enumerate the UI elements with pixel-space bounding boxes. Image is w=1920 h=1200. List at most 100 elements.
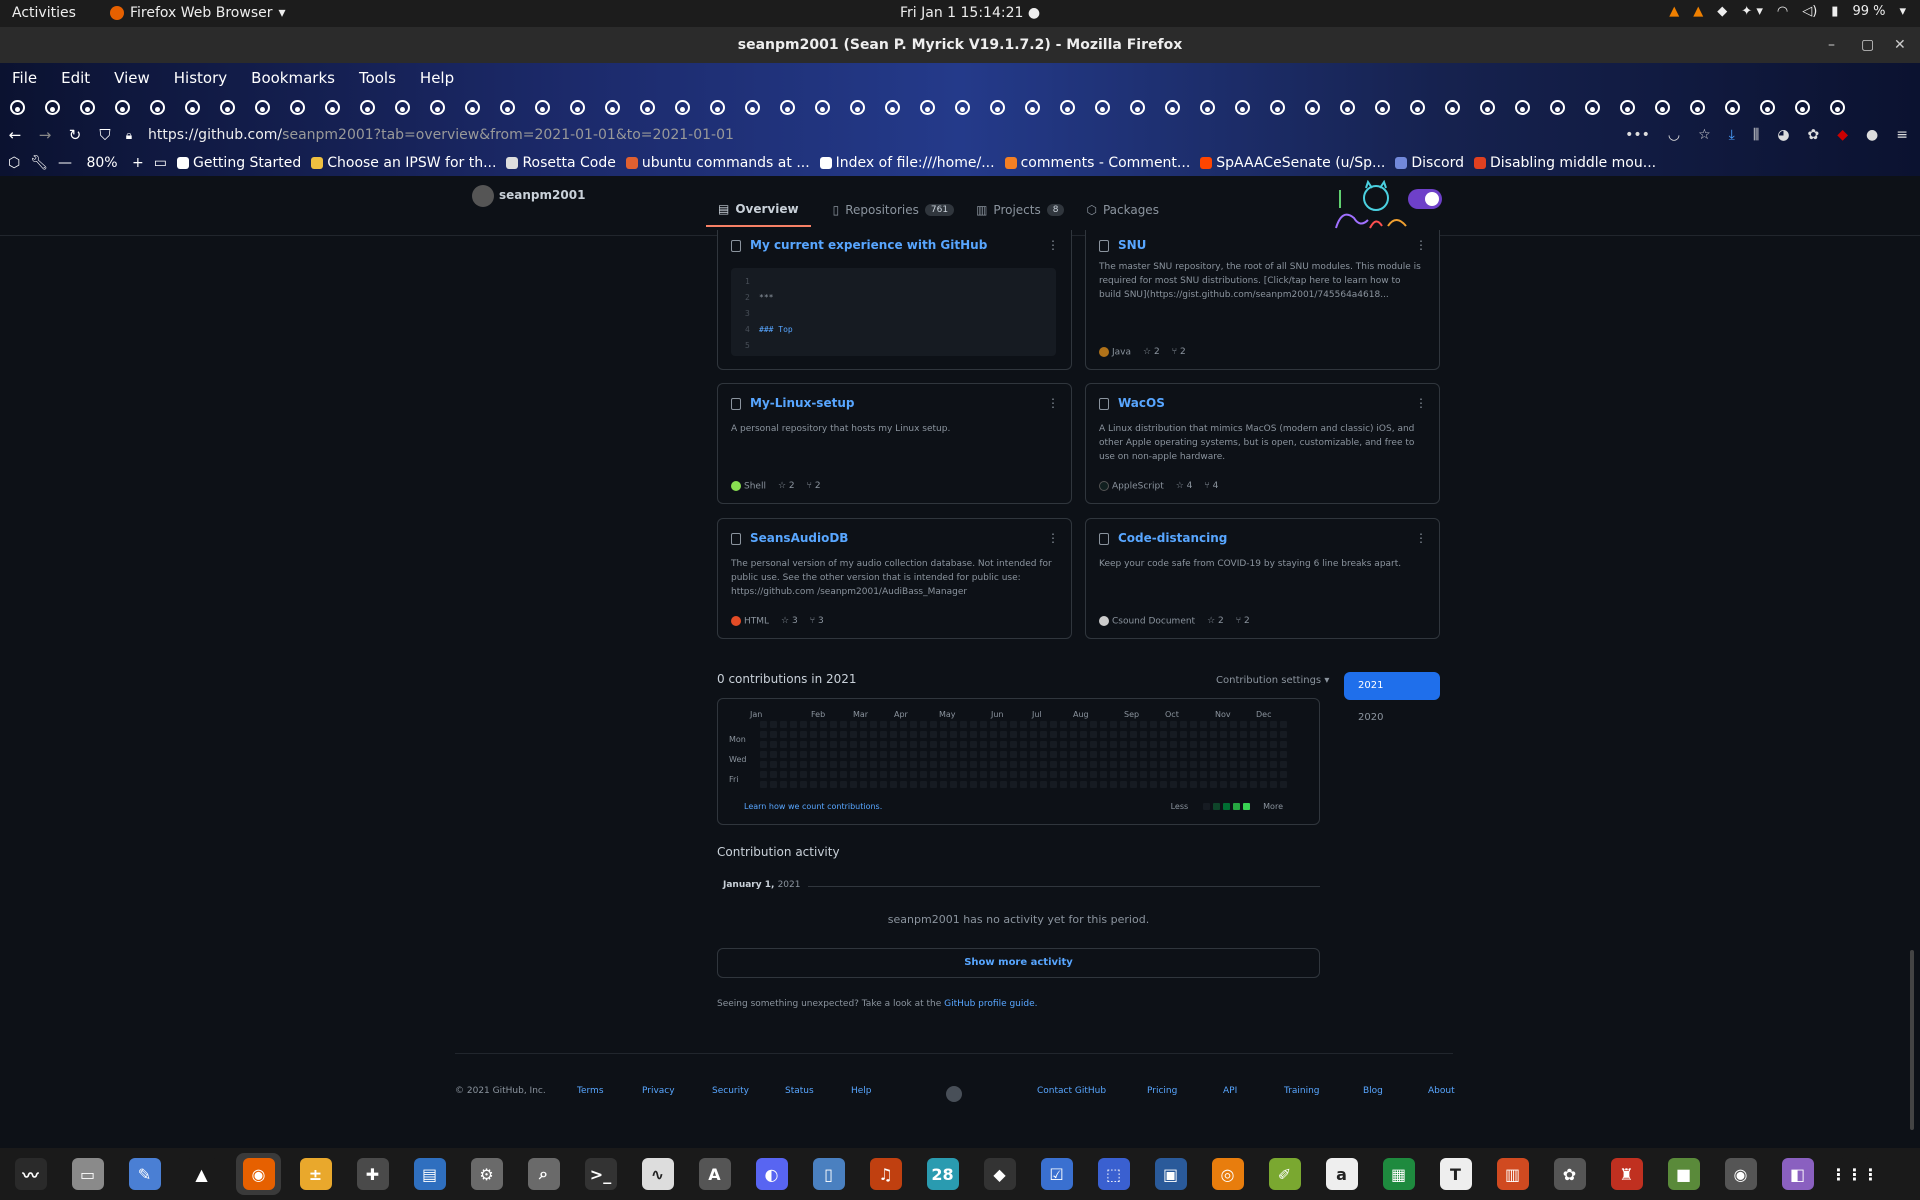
contribution-day-cell[interactable] (800, 751, 807, 758)
contribution-day-cell[interactable] (970, 731, 977, 738)
contribution-day-cell[interactable] (1070, 781, 1077, 788)
dock-item[interactable]: ♫ (863, 1153, 908, 1195)
drag-handle-icon[interactable]: ⋮ (1415, 238, 1427, 252)
contribution-day-cell[interactable] (770, 721, 777, 728)
contribution-day-cell[interactable] (1110, 731, 1117, 738)
contribution-day-cell[interactable] (890, 721, 897, 728)
reload-button[interactable]: ↻ (60, 126, 90, 144)
dock-item[interactable]: 〰 (8, 1153, 53, 1195)
contribution-day-cell[interactable] (1250, 721, 1257, 728)
contribution-day-cell[interactable] (1110, 761, 1117, 768)
back-button[interactable]: ← (0, 126, 30, 144)
contribution-day-cell[interactable] (960, 731, 967, 738)
contribution-day-cell[interactable] (820, 761, 827, 768)
close-button[interactable]: ✕ (1894, 27, 1906, 63)
contribution-day-cell[interactable] (1260, 771, 1267, 778)
bookmark-item[interactable]: SpAAACeSenate (u/Sp... (1200, 155, 1385, 171)
contribution-day-cell[interactable] (1130, 761, 1137, 768)
contribution-day-cell[interactable] (1230, 751, 1237, 758)
dock-item[interactable]: ◐ (749, 1153, 794, 1195)
contribution-day-cell[interactable] (920, 761, 927, 768)
contribution-day-cell[interactable] (930, 741, 937, 748)
contribution-day-cell[interactable] (840, 781, 847, 788)
contribution-day-cell[interactable] (820, 781, 827, 788)
menu-bookmarks[interactable]: Bookmarks (251, 69, 335, 87)
contribution-day-cell[interactable] (1020, 721, 1027, 728)
contribution-day-cell[interactable] (800, 721, 807, 728)
bookmark-item[interactable]: Choose an IPSW for th... (311, 155, 496, 171)
contribution-day-cell[interactable] (800, 771, 807, 778)
footer-link-privacy[interactable]: Privacy (642, 1086, 675, 1096)
browser-tab[interactable] (525, 99, 560, 115)
contribution-day-cell[interactable] (900, 721, 907, 728)
browser-tab[interactable] (315, 99, 350, 115)
contribution-day-cell[interactable] (1190, 751, 1197, 758)
contribution-day-cell[interactable] (800, 741, 807, 748)
contribution-day-cell[interactable] (1040, 761, 1047, 768)
contribution-day-cell[interactable] (980, 771, 987, 778)
contribution-day-cell[interactable] (1140, 781, 1147, 788)
contribution-day-cell[interactable] (1100, 781, 1107, 788)
contribution-day-cell[interactable] (980, 761, 987, 768)
contribution-day-cell[interactable] (1210, 751, 1217, 758)
bookmark-item[interactable]: Rosetta Code (506, 155, 616, 171)
contribution-day-cell[interactable] (890, 751, 897, 758)
contribution-day-cell[interactable] (1030, 731, 1037, 738)
browser-tab[interactable] (1190, 99, 1225, 115)
contribution-day-cell[interactable] (1170, 741, 1177, 748)
contribution-day-cell[interactable] (1270, 781, 1277, 788)
dock-item[interactable]: ♜ (1604, 1153, 1649, 1195)
vlc-tray-icon[interactable]: ▲ (1669, 4, 1679, 19)
contribution-day-cell[interactable] (1010, 731, 1017, 738)
contribution-day-cell[interactable] (1120, 731, 1127, 738)
contribution-day-cell[interactable] (1010, 751, 1017, 758)
contribution-day-cell[interactable] (1240, 751, 1247, 758)
contribution-day-cell[interactable] (1170, 721, 1177, 728)
contribution-day-cell[interactable] (990, 761, 997, 768)
contribution-day-cell[interactable] (990, 731, 997, 738)
contribution-day-cell[interactable] (1230, 781, 1237, 788)
contribution-day-cell[interactable] (1200, 761, 1207, 768)
browser-tab[interactable] (1575, 99, 1610, 115)
contribution-day-cell[interactable] (1070, 721, 1077, 728)
contribution-day-cell[interactable] (830, 731, 837, 738)
browser-tab[interactable] (1750, 99, 1785, 115)
contribution-day-cell[interactable] (1070, 771, 1077, 778)
contribution-day-cell[interactable] (1250, 781, 1257, 788)
contribution-day-cell[interactable] (890, 741, 897, 748)
contribution-day-cell[interactable] (930, 781, 937, 788)
contribution-day-cell[interactable] (800, 781, 807, 788)
contribution-day-cell[interactable] (760, 761, 767, 768)
contribution-day-cell[interactable] (940, 741, 947, 748)
contribution-day-cell[interactable] (1220, 761, 1227, 768)
browser-tab[interactable] (35, 99, 70, 115)
contribution-day-cell[interactable] (900, 741, 907, 748)
contribution-day-cell[interactable] (940, 721, 947, 728)
footer-link-training[interactable]: Training (1284, 1086, 1320, 1096)
contribution-day-cell[interactable] (880, 721, 887, 728)
contribution-day-cell[interactable] (1030, 741, 1037, 748)
dock-item[interactable]: ▤ (407, 1153, 452, 1195)
contribution-day-cell[interactable] (800, 731, 807, 738)
menu-file[interactable]: File (12, 69, 37, 87)
contribution-day-cell[interactable] (830, 721, 837, 728)
dock-item[interactable]: ▣ (1148, 1153, 1193, 1195)
contribution-day-cell[interactable] (820, 741, 827, 748)
browser-tab[interactable] (875, 99, 910, 115)
contribution-day-cell[interactable] (1260, 781, 1267, 788)
contribution-day-cell[interactable] (1190, 721, 1197, 728)
contribution-day-cell[interactable] (840, 741, 847, 748)
dock-item[interactable]: >_ (578, 1153, 623, 1195)
contribution-day-cell[interactable] (1000, 741, 1007, 748)
page-actions-icon[interactable]: ••• (1625, 127, 1650, 143)
browser-tab[interactable] (1365, 99, 1400, 115)
contribution-day-cell[interactable] (1220, 721, 1227, 728)
repo-name[interactable]: SNU (1118, 238, 1146, 252)
contribution-day-cell[interactable] (1090, 771, 1097, 778)
system-tray[interactable]: ▲ ▲ ◆ ✦ ▾ ◠ ◁) ▮ 99 % ▾ (1669, 4, 1906, 19)
contribution-day-cell[interactable] (1140, 771, 1147, 778)
contribution-day-cell[interactable] (920, 781, 927, 788)
contribution-day-cell[interactable] (950, 741, 957, 748)
contribution-day-cell[interactable] (1160, 781, 1167, 788)
contribution-day-cell[interactable] (1160, 721, 1167, 728)
